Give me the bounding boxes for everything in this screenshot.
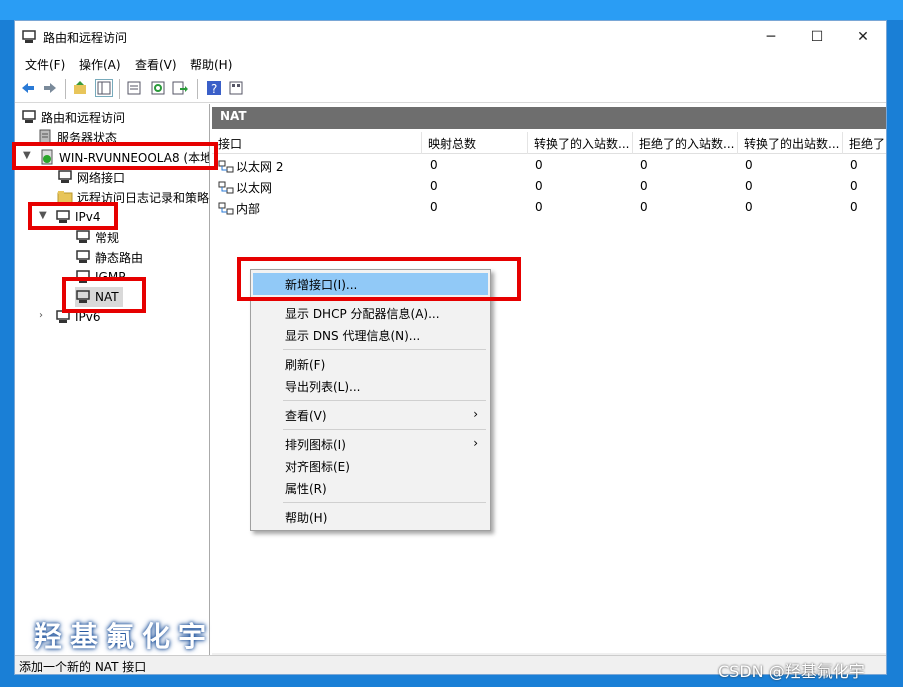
- tree-item-static-routes[interactable]: 静态路由: [75, 247, 143, 267]
- export-icon[interactable]: [171, 79, 189, 97]
- help-icon[interactable]: ?: [205, 79, 223, 97]
- annotation-box-nat: [62, 277, 146, 313]
- toolbar-separator: [119, 79, 120, 99]
- toolbar: ?: [15, 75, 886, 103]
- menu-item-view[interactable]: 查看(V) ›: [253, 404, 488, 426]
- toolbar-separator: [197, 79, 198, 99]
- csdn-watermark: CSDN @羟基氟化宇: [718, 662, 865, 681]
- menu-item-label: 排列图标(I): [285, 438, 346, 452]
- menu-separator: [283, 349, 486, 350]
- refresh-icon[interactable]: [149, 79, 167, 97]
- annotation-box-server: [12, 142, 218, 170]
- title-bar: 路由和远程访问 ─ ☐ ✕: [15, 21, 886, 53]
- menu-item-export[interactable]: 导出列表(L)...: [253, 375, 488, 397]
- column-total-mappings[interactable]: 映射总数: [422, 132, 528, 154]
- desktop-background: [0, 0, 903, 20]
- table-row[interactable]: 以太网 0 0 0 0 0: [212, 177, 886, 198]
- tree-item-network-interfaces[interactable]: 网络接口: [57, 167, 125, 187]
- tree-label: 常规: [95, 230, 120, 245]
- cell-value: 0: [430, 179, 438, 193]
- menu-view[interactable]: 查看(V): [135, 56, 177, 73]
- cell-value: 0: [430, 158, 438, 172]
- cell-interface: 内部: [236, 202, 261, 216]
- minimize-button[interactable]: ─: [748, 21, 794, 53]
- tree-label: 静态路由: [95, 250, 144, 265]
- menu-file[interactable]: 文件(F): [25, 56, 65, 73]
- watermark-text: 羟基氟化宇: [34, 620, 215, 653]
- chevron-right-icon: ›: [473, 407, 478, 421]
- cell-value: 0: [640, 200, 648, 214]
- routing-icon: [76, 230, 90, 243]
- menu-item-arrange-icons[interactable]: 排列图标(I) ›: [253, 433, 488, 455]
- column-outbound-translated[interactable]: 转换了的出站数...: [738, 132, 843, 154]
- cell-value: 0: [745, 158, 753, 172]
- cell-value: 0: [850, 200, 858, 214]
- tree-item-root[interactable]: 路由和远程访问: [21, 107, 125, 127]
- table-row[interactable]: 以太网 2 0 0 0 0 0: [212, 156, 886, 177]
- chevron-right-icon: ›: [473, 436, 478, 450]
- context-menu: 新增接口(I)... 显示 DHCP 分配器信息(A)... 显示 DNS 代理…: [250, 269, 491, 531]
- toolbar-separator: [65, 79, 66, 99]
- up-folder-icon[interactable]: [71, 79, 89, 97]
- close-button[interactable]: ✕: [840, 21, 886, 53]
- table-row[interactable]: 内部 0 0 0 0 0: [212, 198, 886, 219]
- annotation-box-new-interface: [237, 257, 521, 301]
- menu-item-properties[interactable]: 属性(R): [253, 477, 488, 499]
- window-title: 路由和远程访问: [43, 31, 128, 45]
- menu-bar: 文件(F) 操作(A) 查看(V) 帮助(H): [15, 53, 886, 75]
- maximize-button[interactable]: ☐: [794, 21, 840, 53]
- cell-value: 0: [640, 158, 648, 172]
- routing-app-icon: [22, 30, 36, 43]
- menu-item-label: 查看(V): [285, 409, 327, 423]
- cell-interface: 以太网 2: [236, 160, 284, 174]
- column-outbound-rejected[interactable]: 拒绝了: [843, 132, 886, 154]
- menu-action[interactable]: 操作(A): [79, 56, 121, 73]
- menu-item-show-dns[interactable]: 显示 DNS 代理信息(N)...: [253, 324, 488, 346]
- routing-icon: [22, 110, 36, 123]
- tree-item-general[interactable]: 常规: [75, 227, 119, 247]
- network-interface-icon: [218, 202, 234, 215]
- forward-icon[interactable]: [41, 79, 59, 97]
- pane-title: NAT: [212, 107, 886, 129]
- menu-separator: [283, 502, 486, 503]
- network-interface-icon: [218, 181, 234, 194]
- svg-text:?: ?: [211, 82, 217, 95]
- column-header: 接口 映射总数 转换了的入站数... 拒绝了的入站数... 转换了的出站数...…: [212, 132, 886, 154]
- view-icon[interactable]: [227, 79, 245, 97]
- show-tree-icon[interactable]: [95, 79, 113, 97]
- menu-help[interactable]: 帮助(H): [190, 56, 232, 73]
- chevron-right-icon[interactable]: ›: [39, 310, 49, 321]
- menu-item-refresh[interactable]: 刷新(F): [253, 353, 488, 375]
- cell-value: 0: [850, 179, 858, 193]
- cell-value: 0: [535, 179, 543, 193]
- menu-separator: [283, 400, 486, 401]
- cell-value: 0: [850, 158, 858, 172]
- cell-value: 0: [430, 200, 438, 214]
- column-interface[interactable]: 接口: [212, 132, 422, 154]
- cell-interface: 以太网: [236, 181, 273, 195]
- cell-value: 0: [745, 200, 753, 214]
- menu-item-align-icons[interactable]: 对齐图标(E): [253, 455, 488, 477]
- routing-icon: [76, 250, 90, 263]
- routing-icon: [58, 170, 72, 183]
- cell-value: 0: [535, 200, 543, 214]
- cell-value: 0: [745, 179, 753, 193]
- menu-item-show-dhcp[interactable]: 显示 DHCP 分配器信息(A)...: [253, 302, 488, 324]
- cell-value: 0: [640, 179, 648, 193]
- cell-value: 0: [535, 158, 543, 172]
- annotation-box-ipv4: [28, 202, 118, 230]
- tree-label: 路由和远程访问: [41, 110, 126, 125]
- tree-label: 网络接口: [77, 170, 126, 185]
- network-interface-icon: [218, 160, 234, 173]
- menu-separator: [283, 429, 486, 430]
- back-icon[interactable]: [19, 79, 37, 97]
- properties-icon[interactable]: [125, 79, 143, 97]
- console-tree: 路由和远程访问 服务器状态 ▼ WIN-RVUNNEOOLA8 (本地) 网络接…: [15, 104, 210, 674]
- column-inbound-translated[interactable]: 转换了的入站数...: [528, 132, 633, 154]
- menu-item-help[interactable]: 帮助(H): [253, 506, 488, 528]
- column-inbound-rejected[interactable]: 拒绝了的入站数...: [633, 132, 738, 154]
